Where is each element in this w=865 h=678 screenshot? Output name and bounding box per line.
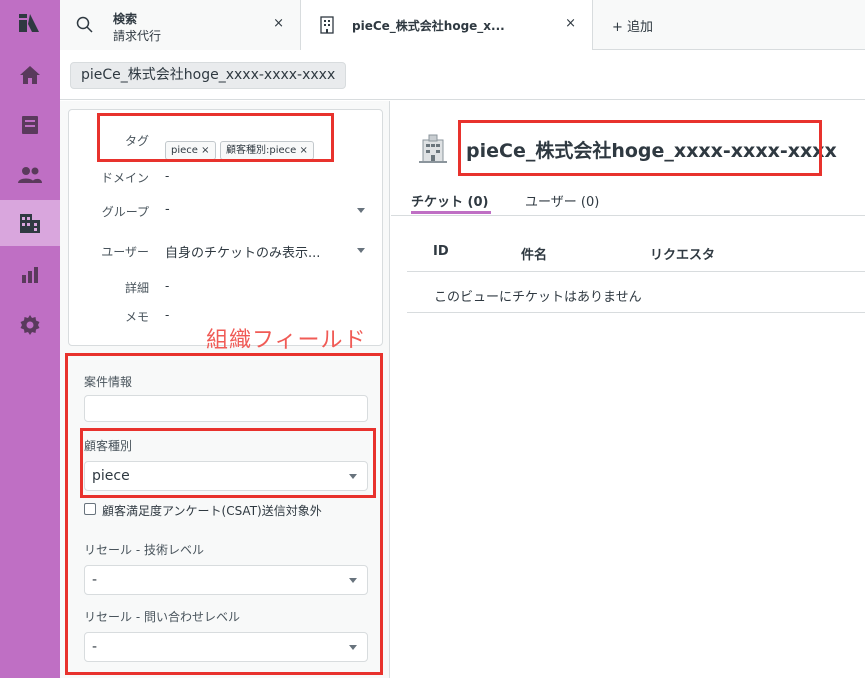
tab-search-subtitle: 請求代行 — [113, 29, 162, 43]
memo-value[interactable]: - — [165, 308, 169, 322]
close-icon[interactable]: × — [565, 16, 576, 31]
tab-users[interactable]: ユーザー (0) — [525, 191, 599, 210]
group-value: - — [165, 202, 170, 217]
tag-label: タグ — [124, 134, 149, 148]
reporting-icon[interactable] — [0, 252, 60, 298]
building-icon — [320, 16, 334, 38]
tab-search-title: 検索 — [113, 12, 138, 26]
active-tab-indicator — [411, 211, 491, 214]
customer-type-value: piece — [92, 468, 130, 484]
tab-organization[interactable]: pieCe_株式会社hoge_x... × — [300, 0, 593, 51]
customer-type-label: 顧客種別 — [84, 439, 133, 453]
settings-icon[interactable] — [0, 302, 60, 348]
tag-piece[interactable]: piece × — [165, 141, 216, 160]
chevron-down-icon — [349, 645, 357, 650]
tag-customer-type[interactable]: 顧客種別:piece × — [220, 141, 314, 160]
add-tab-button[interactable]: + 追加 — [612, 16, 653, 35]
case-info-label: 案件情報 — [84, 375, 133, 389]
divider — [391, 215, 865, 216]
customer-type-select[interactable]: piece — [84, 461, 368, 491]
domain-label: ドメイン — [100, 171, 149, 185]
customers-icon[interactable] — [0, 152, 60, 198]
search-icon — [76, 16, 94, 38]
resale-tech-value: - — [92, 572, 98, 588]
home-icon[interactable] — [0, 52, 60, 98]
column-header-subject[interactable]: 件名 — [521, 244, 547, 263]
empty-state-message: このビューにチケットはありません — [434, 290, 642, 305]
column-header-id[interactable]: ID — [433, 244, 449, 259]
tab-tickets[interactable]: チケット (0) — [411, 191, 488, 210]
case-info-input[interactable] — [84, 395, 368, 422]
close-icon[interactable]: × — [273, 16, 284, 31]
user-select[interactable]: 自身のチケットのみ表示... — [165, 240, 365, 261]
annotation-label: 組織フィールド — [206, 328, 367, 353]
group-select[interactable]: - — [165, 200, 365, 220]
page-title: pieCe_株式会社hoge_xxxx-xxxx-xxxx — [466, 140, 837, 162]
breadcrumb[interactable]: pieCe_株式会社hoge_xxxx-xxxx-xxxx — [70, 62, 347, 89]
logo-icon[interactable] — [0, 0, 60, 46]
column-header-requester[interactable]: リクエスタ — [650, 244, 715, 263]
chevron-down-icon — [349, 578, 357, 583]
user-label: ユーザー — [101, 245, 149, 259]
user-value: 自身のチケットのみ表示... — [165, 246, 321, 261]
domain-value[interactable]: - — [165, 169, 169, 183]
resale-inquiry-select[interactable]: - — [84, 632, 368, 662]
organizations-icon[interactable] — [0, 200, 60, 246]
detail-value[interactable]: - — [165, 279, 169, 293]
chevron-down-icon — [349, 474, 357, 479]
app-window: 検索 請求代行 × pieCe_株式会社hoge_x... × + 追加 pie… — [0, 0, 865, 678]
csat-exclude-label[interactable]: 顧客満足度アンケート(CSAT)送信対象外 — [102, 502, 322, 519]
resale-inquiry-label: リセール - 問い合わせレベル — [84, 610, 240, 624]
divider — [407, 312, 865, 313]
organization-properties-panel: タグ piece × 顧客種別:piece × ドメイン - グループ - ユー… — [60, 101, 390, 678]
csat-exclude-checkbox[interactable] — [84, 503, 96, 515]
resale-inquiry-value: - — [92, 639, 98, 655]
tab-organization-title: pieCe_株式会社hoge_x... — [352, 19, 505, 33]
tab-bar: 検索 請求代行 × pieCe_株式会社hoge_x... × + 追加 — [60, 0, 865, 51]
detail-label: 詳細 — [124, 281, 149, 295]
resale-tech-label: リセール - 技術レベル — [84, 543, 204, 557]
organization-avatar-icon — [415, 131, 451, 171]
breadcrumb-bar: pieCe_株式会社hoge_xxxx-xxxx-xxxx — [60, 50, 865, 100]
chevron-down-icon — [357, 208, 365, 213]
group-label: グループ — [101, 205, 149, 219]
organization-main: pieCe_株式会社hoge_xxxx-xxxx-xxxx チケット (0) ユ… — [391, 101, 865, 678]
memo-label: メモ — [124, 310, 149, 324]
tab-search[interactable]: 検索 請求代行 × — [60, 0, 300, 50]
organization-card: タグ piece × 顧客種別:piece × ドメイン - グループ - ユー… — [68, 109, 383, 346]
chevron-down-icon — [357, 248, 365, 253]
divider — [407, 271, 865, 272]
sidebar — [0, 0, 60, 678]
resale-tech-select[interactable]: - — [84, 565, 368, 595]
views-icon[interactable] — [0, 102, 60, 148]
